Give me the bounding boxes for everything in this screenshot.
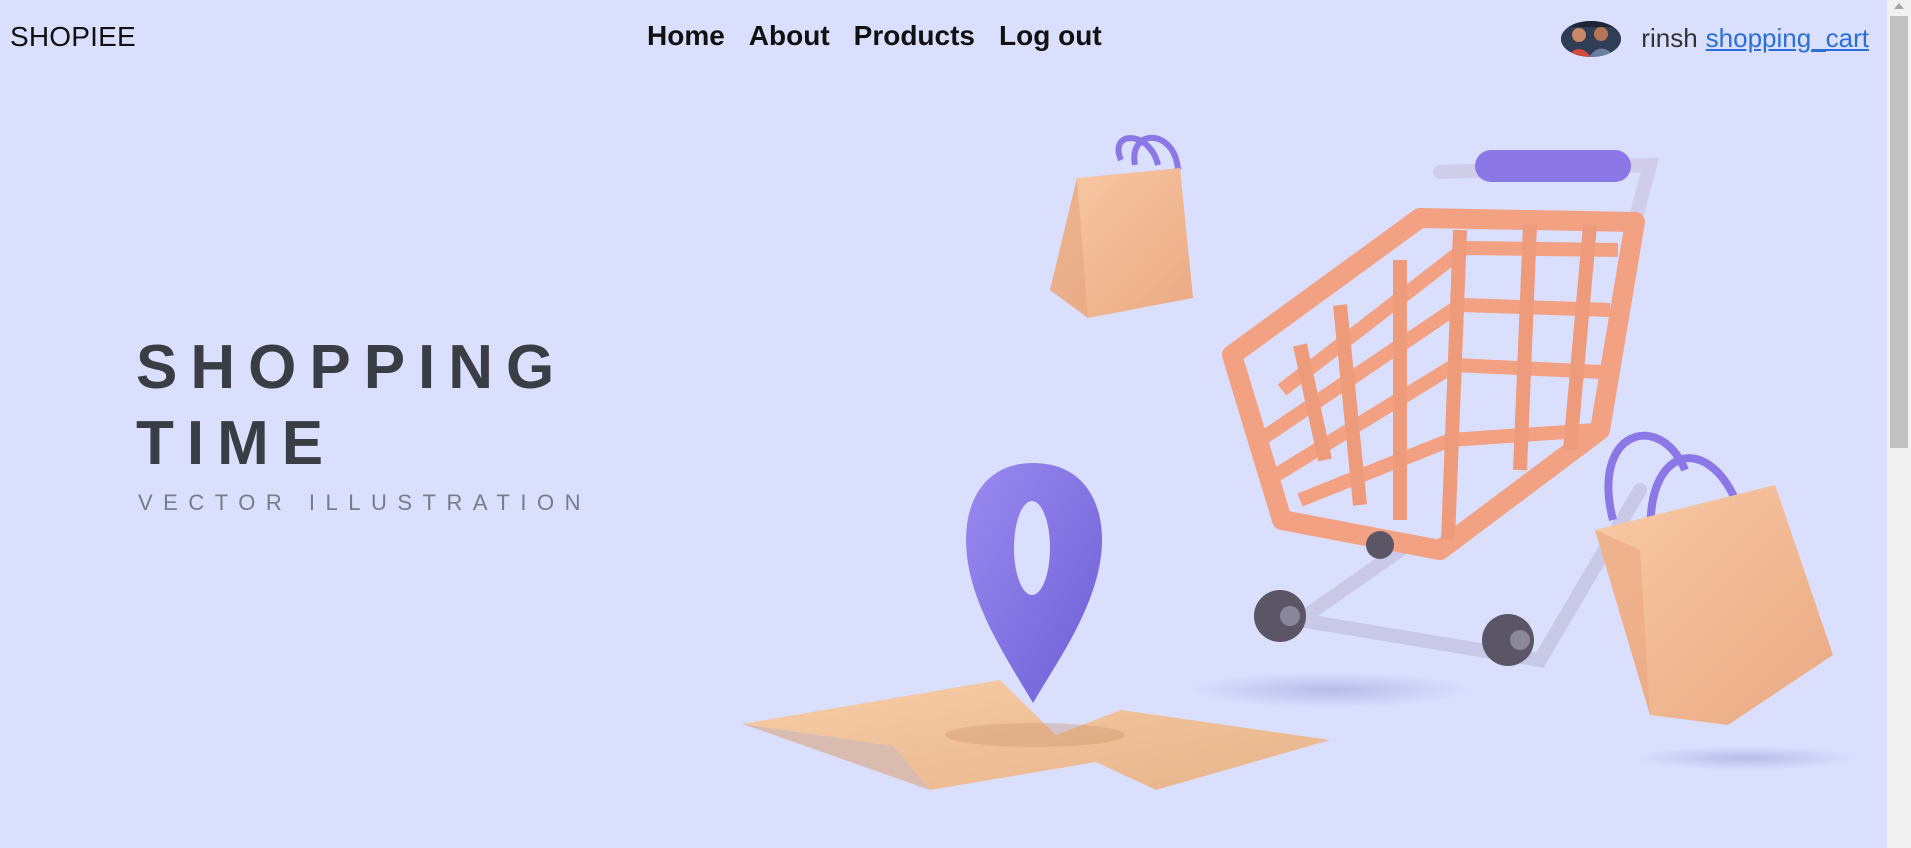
shopping-bag-icon-large <box>1595 431 1855 770</box>
username: rinsh <box>1641 22 1698 53</box>
avatar[interactable] <box>1561 21 1622 57</box>
map-pin-icon <box>966 463 1102 703</box>
hero-banner: SHOPPING TIME VECTOR ILLUSTRATION <box>0 78 1887 848</box>
shopping-cart-icon <box>1190 150 1660 708</box>
vertical-scrollbar[interactable] <box>1887 0 1911 848</box>
brand-logo[interactable]: SHOPIEE <box>10 21 136 53</box>
nav-link-products[interactable]: Products <box>854 20 975 52</box>
scroll-up-arrow-icon[interactable] <box>1894 3 1904 9</box>
hero-illustration <box>742 134 1855 790</box>
user-area: rinsh shopping_cart <box>1561 20 1869 57</box>
shopping-bag-icon <box>1050 134 1193 318</box>
scroll-thumb[interactable] <box>1890 16 1908 448</box>
nav-link-home[interactable]: Home <box>647 20 725 52</box>
top-navbar: SHOPIEE Home About Products Log out rins… <box>0 0 1887 78</box>
nav-link-logout[interactable]: Log out <box>999 20 1102 52</box>
shopping-cart-link[interactable]: shopping_cart <box>1706 23 1869 54</box>
nav-link-about[interactable]: About <box>749 20 830 52</box>
nav-links: Home About Products Log out <box>647 20 1102 52</box>
